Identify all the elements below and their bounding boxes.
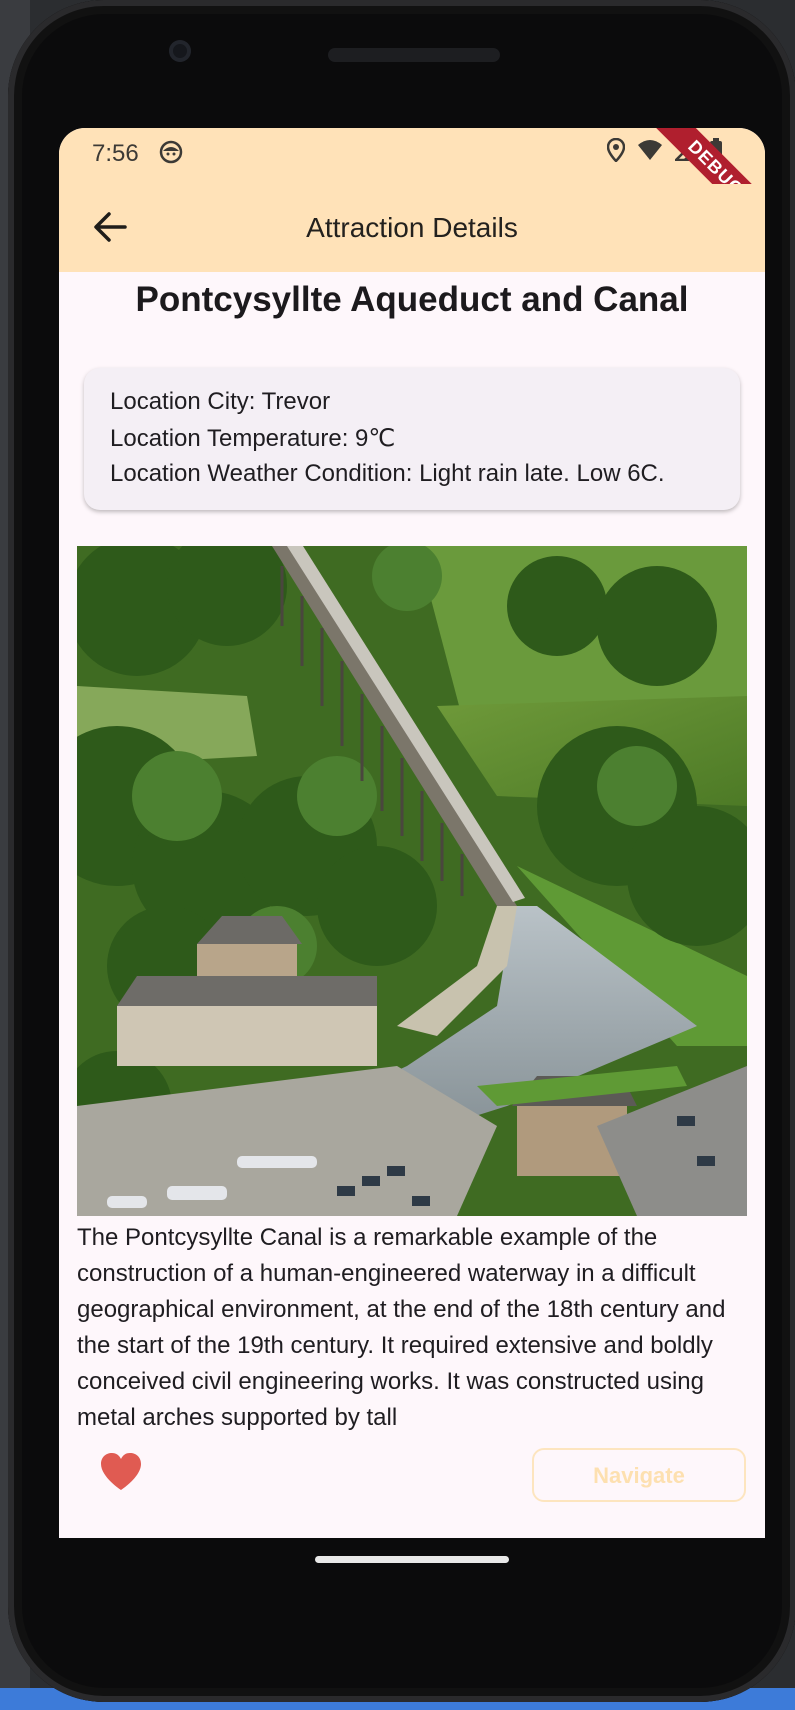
location-icon	[606, 137, 626, 167]
attraction-photo	[59, 526, 765, 1216]
navigate-button[interactable]: Navigate	[532, 1448, 746, 1502]
favorite-button[interactable]	[99, 1452, 143, 1492]
page-title: Attraction Details	[306, 212, 518, 243]
heart-icon	[101, 1453, 141, 1490]
location-info-card: Location City: Trevor Location Temperatu…	[84, 368, 740, 510]
notification-face-icon	[159, 140, 183, 164]
app-screen: 7:56 DEBUG Attraction Details Pontcysyll…	[59, 128, 765, 1538]
arrow-left-icon	[94, 212, 127, 242]
attraction-description: The Pontcysyllte Canal is a remarkable e…	[77, 1224, 726, 1431]
front-camera	[169, 40, 191, 62]
phone-frame: 7:56 DEBUG Attraction Details Pontcysyll…	[8, 0, 795, 1702]
wifi-icon	[637, 139, 663, 166]
earpiece-speaker	[328, 48, 500, 62]
status-time: 7:56	[92, 140, 139, 167]
status-bar: 7:56 DEBUG	[59, 128, 765, 246]
location-city: Location City: Trevor	[110, 388, 331, 415]
back-button[interactable]	[87, 204, 133, 250]
location-weather: Location Weather Condition: Light rain l…	[110, 460, 665, 487]
attraction-title: Pontcysyllte Aqueduct and Canal	[135, 280, 689, 319]
app-bar: Attraction Details	[59, 184, 765, 272]
location-temperature: Location Temperature: 9℃	[110, 425, 396, 452]
home-indicator[interactable]	[315, 1556, 509, 1563]
